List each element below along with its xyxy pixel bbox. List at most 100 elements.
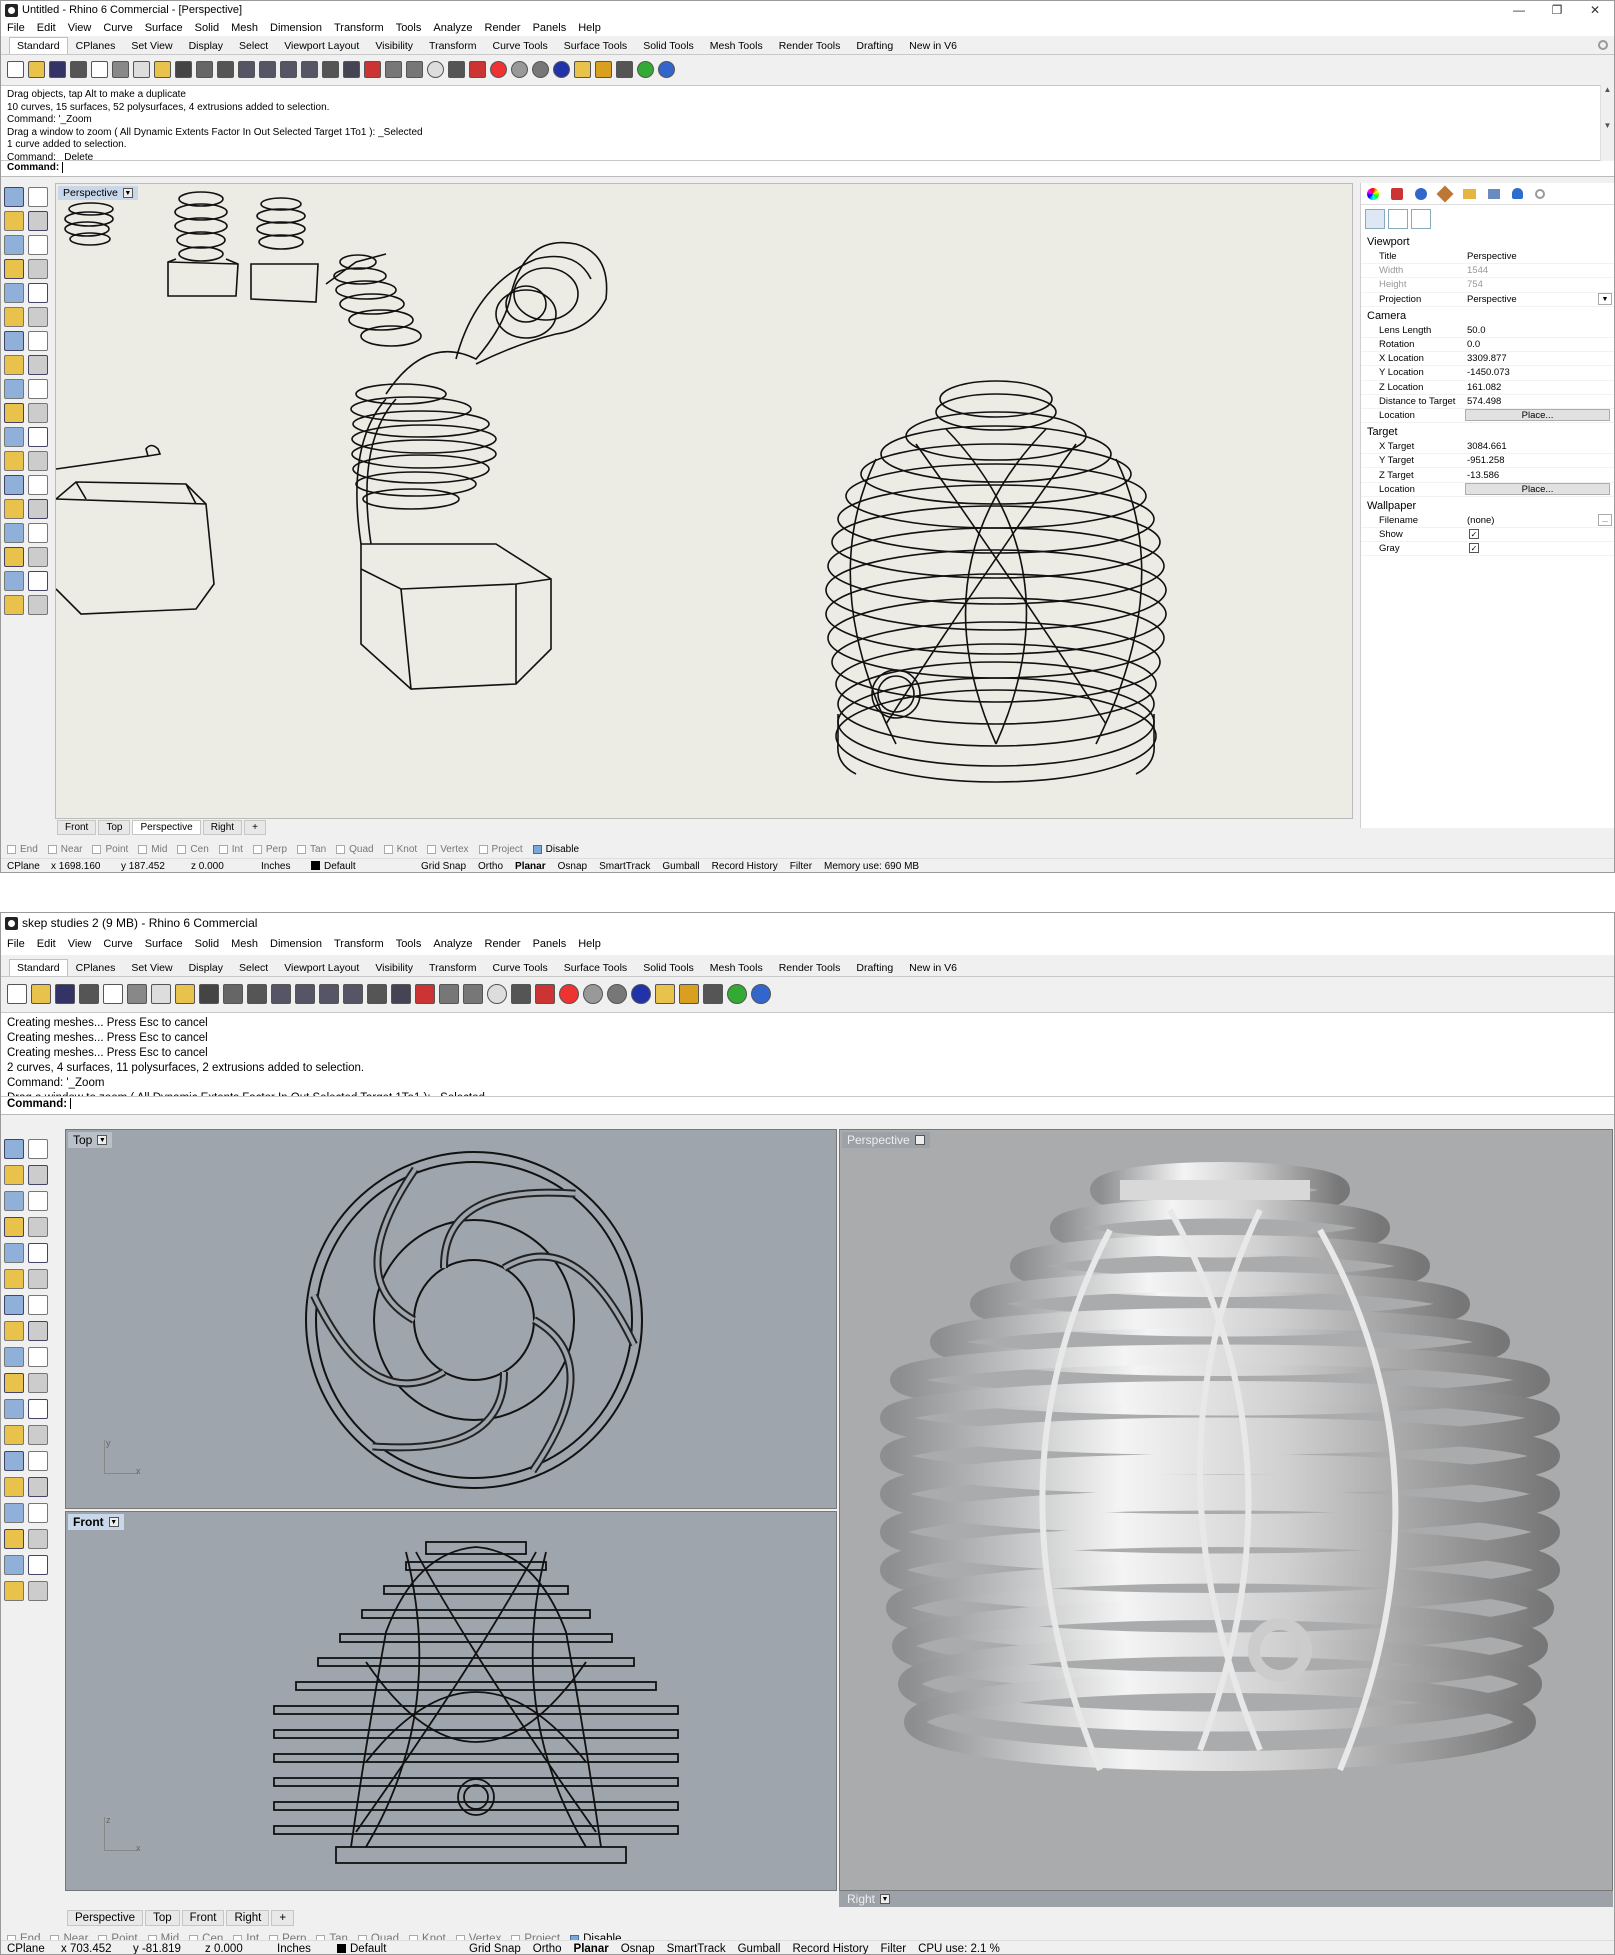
surface-edit-icon[interactable] <box>28 307 48 327</box>
viewport-tab-front[interactable]: Front <box>57 819 97 835</box>
menu-solid[interactable]: Solid <box>189 938 225 950</box>
snap-icon[interactable] <box>28 475 48 495</box>
pan-icon[interactable] <box>196 60 213 78</box>
toggle-ortho[interactable]: Ortho <box>472 861 509 872</box>
filename-value[interactable]: (none) <box>1465 514 1598 526</box>
z-coordinate[interactable]: z 0.000 <box>199 1943 271 1955</box>
join-icon[interactable] <box>4 403 24 423</box>
osnap-icon[interactable] <box>616 60 633 78</box>
polygon-icon[interactable] <box>4 259 24 279</box>
browse-button[interactable]: ... <box>1598 514 1612 527</box>
menu-render[interactable]: Render <box>479 938 527 950</box>
y-coordinate[interactable]: y -81.819 <box>127 1943 199 1955</box>
viewport-title[interactable]: Top ▼ <box>68 1132 113 1148</box>
analysis-icon[interactable] <box>4 571 24 591</box>
menu-help[interactable]: Help <box>572 938 607 950</box>
zoom-extents-icon[interactable] <box>295 984 315 1004</box>
menu-help[interactable]: Help <box>572 22 607 34</box>
chevron-down-icon[interactable]: ▼ <box>97 1135 108 1145</box>
paste-icon[interactable] <box>175 984 195 1004</box>
copy-icon[interactable] <box>133 60 150 78</box>
toggle-grid-snap[interactable]: Grid Snap <box>415 861 472 872</box>
options-gear-icon[interactable] <box>595 60 612 78</box>
menu-edit[interactable]: Edit <box>31 938 62 950</box>
gray-checkbox[interactable]: ✓ <box>1469 543 1479 554</box>
osnap-int[interactable]: Int <box>218 844 243 855</box>
trim-icon[interactable] <box>28 403 48 423</box>
osnap-point[interactable]: Point <box>92 844 128 855</box>
toggle-planar[interactable]: Planar <box>568 1943 615 1955</box>
four-view-icon[interactable] <box>391 984 411 1004</box>
prop-value[interactable]: 574.498 <box>1465 395 1614 407</box>
blue-ball-icon[interactable] <box>553 60 570 78</box>
command-line[interactable]: Command: <box>1 1097 1614 1115</box>
cplane-cell[interactable]: CPlane <box>1 861 45 872</box>
cplane-cell[interactable]: CPlane <box>1 1943 55 1955</box>
osnap-checkbox[interactable] <box>138 844 148 854</box>
open-icon[interactable] <box>28 60 45 78</box>
tab-select[interactable]: Select <box>231 959 276 976</box>
viewport-tab-top[interactable]: Top <box>145 1910 180 1926</box>
color-wheel-icon[interactable] <box>559 984 579 1004</box>
trim-icon[interactable] <box>28 1373 48 1393</box>
layer-cell[interactable]: Default <box>331 1943 463 1954</box>
menu-panels[interactable]: Panels <box>527 938 573 950</box>
osnap-knot[interactable]: Knot <box>383 844 417 855</box>
point-icon[interactable] <box>28 1139 48 1159</box>
menu-render[interactable]: Render <box>479 22 527 34</box>
units-cell[interactable]: Inches <box>271 1943 331 1955</box>
surface-icon[interactable] <box>4 307 24 327</box>
chevron-down-icon[interactable]: ▼ <box>914 1135 925 1145</box>
mesh-icon[interactable] <box>4 1581 24 1601</box>
right-viewport-bar[interactable]: Right ▼ <box>839 1891 1613 1907</box>
rotate-icon[interactable] <box>4 451 24 471</box>
dimension-icon[interactable] <box>28 523 48 543</box>
menu-curve[interactable]: Curve <box>97 938 138 950</box>
array-icon[interactable] <box>28 427 48 447</box>
osnap-tan[interactable]: Tan <box>297 844 326 855</box>
extrude-icon[interactable] <box>4 1321 24 1341</box>
join-icon[interactable] <box>4 1373 24 1393</box>
x-coordinate[interactable]: x 1698.160 <box>45 861 115 872</box>
paint-icon[interactable] <box>28 595 48 615</box>
boolean-icon[interactable] <box>4 427 24 447</box>
rotate-icon[interactable] <box>4 1425 24 1445</box>
arc-icon[interactable] <box>4 283 24 303</box>
shaded-ball-icon[interactable] <box>511 60 528 78</box>
target-place-button[interactable]: Place... <box>1465 483 1610 496</box>
tab-transform[interactable]: Transform <box>421 37 484 54</box>
camera-icon[interactable] <box>1365 209 1385 229</box>
add-viewport-icon[interactable]: + <box>271 1910 295 1926</box>
toggle-osnap[interactable]: Osnap <box>552 861 593 872</box>
ellipse-icon[interactable] <box>28 235 48 255</box>
tab-curve-tools[interactable]: Curve Tools <box>485 959 556 976</box>
prop-value[interactable]: Perspective <box>1465 293 1598 305</box>
circle-icon[interactable] <box>4 235 24 255</box>
color-wheel-icon[interactable] <box>490 60 507 78</box>
tab-surface-tools[interactable]: Surface Tools <box>556 37 635 54</box>
fillet-icon[interactable] <box>28 1243 48 1263</box>
viewport-tab-perspective[interactable]: Perspective <box>67 1910 144 1926</box>
fillet-icon[interactable] <box>28 283 48 303</box>
bell-icon[interactable] <box>1512 188 1523 199</box>
polyline-icon[interactable] <box>4 1165 24 1185</box>
offset-icon[interactable] <box>28 451 48 471</box>
viewport-title[interactable]: Perspective ▼ <box>842 1132 930 1148</box>
zoom-icon[interactable] <box>301 60 318 78</box>
chevron-down-icon[interactable]: ▼ <box>1598 293 1612 306</box>
tab-set-view[interactable]: Set View <box>123 37 180 54</box>
osnap-checkbox[interactable] <box>478 844 488 854</box>
undo-icon[interactable] <box>199 984 219 1004</box>
save-icon[interactable] <box>55 984 75 1004</box>
scale-icon[interactable] <box>28 499 48 519</box>
prop-value[interactable]: 3309.877 <box>1465 353 1614 365</box>
viewport-tab-perspective[interactable]: Perspective <box>132 819 201 835</box>
y-coordinate[interactable]: y 187.452 <box>115 861 185 872</box>
polyline-icon[interactable] <box>4 211 24 231</box>
menu-surface[interactable]: Surface <box>139 22 189 34</box>
tab-render-tools[interactable]: Render Tools <box>771 37 849 54</box>
toggle-record-history[interactable]: Record History <box>706 861 784 872</box>
check-icon[interactable] <box>28 571 48 591</box>
new-file-icon[interactable] <box>7 984 27 1004</box>
tab-set-view[interactable]: Set View <box>123 959 180 976</box>
